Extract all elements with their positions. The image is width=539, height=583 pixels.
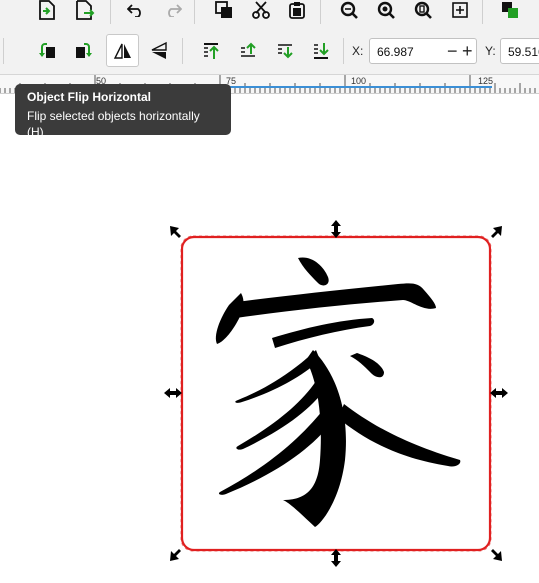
undo-icon: [127, 4, 141, 17]
resize-handle-bottom-icon: [331, 549, 341, 567]
paste-icon: [289, 2, 305, 19]
zoom-fit-button[interactable]: [445, 0, 475, 25]
redo-icon: [168, 4, 182, 17]
ruler-label: 125: [478, 76, 494, 86]
separator: [110, 0, 111, 24]
separator: [3, 38, 4, 64]
tooltip-description: Flip selected objects horizontally (H): [27, 109, 200, 139]
raise-icon: [241, 42, 256, 57]
flip-vertical-button[interactable]: [144, 36, 174, 66]
resize-handle-top-right-icon: [491, 226, 502, 238]
rotate-ccw-button[interactable]: [32, 36, 62, 66]
duplicate-button[interactable]: [209, 0, 239, 25]
lower-button[interactable]: [270, 36, 300, 66]
lower-to-bottom-button[interactable]: [306, 36, 336, 66]
resize-handle-right-icon: [490, 388, 508, 398]
commands-toolbar: [0, 0, 539, 28]
resize-handle-bottom-right-icon: [491, 549, 502, 561]
tool-controls-bar: X: 66.987 − + Y: 59.516: [0, 28, 539, 75]
y-label: Y:: [485, 44, 496, 58]
resize-handle-top-left-icon: [170, 226, 181, 238]
x-decrement-button[interactable]: −: [447, 42, 458, 60]
zoom-fit-icon: [452, 2, 468, 18]
zoom-page-button[interactable]: [408, 0, 438, 25]
undo-button[interactable]: [121, 0, 151, 25]
resize-handle-left-icon: [164, 388, 182, 398]
separator: [194, 0, 195, 24]
export-icon: [76, 0, 95, 20]
lower-to-bottom-icon: [314, 43, 329, 59]
separator: [343, 38, 344, 64]
flip-horizontal-button[interactable]: [106, 34, 139, 67]
flip-vertical-icon: [151, 41, 167, 59]
resize-handle-bottom-left-icon: [170, 549, 181, 561]
paste-button[interactable]: [282, 0, 312, 25]
zoom-drawing-button[interactable]: [371, 0, 401, 25]
x-coordinate-value: 66.987: [377, 45, 414, 59]
separator: [182, 38, 183, 64]
export-button[interactable]: [70, 0, 100, 25]
lower-icon: [278, 44, 293, 59]
zoom-drawing-icon: [377, 1, 395, 19]
import-icon: [39, 0, 55, 20]
canvas-drawing: [164, 220, 508, 567]
redo-button[interactable]: [158, 0, 188, 25]
cut-icon: [252, 1, 270, 19]
raise-to-top-button[interactable]: [196, 36, 226, 66]
rotate-cw-button[interactable]: [69, 36, 99, 66]
rotate-90-cw-icon: [76, 43, 92, 58]
zoom-selection-icon: [340, 1, 358, 19]
ruler-label: 100: [351, 76, 367, 86]
x-label: X:: [352, 44, 364, 58]
raise-button[interactable]: [233, 36, 263, 66]
duplicate-icon: [215, 1, 232, 18]
resize-handle-top-icon: [331, 220, 341, 238]
y-coordinate-input[interactable]: 59.516: [500, 38, 539, 64]
tooltip: Object Flip Horizontal Flip selected obj…: [15, 84, 231, 139]
separator: [482, 0, 483, 24]
group-icon: [502, 2, 518, 18]
drawing-canvas[interactable]: [0, 94, 539, 583]
rotate-90-ccw-icon: [39, 43, 55, 58]
group-button[interactable]: [495, 0, 525, 25]
x-coordinate-input[interactable]: 66.987: [369, 38, 477, 64]
zoom-selection-button[interactable]: [334, 0, 364, 25]
flip-horizontal-icon: [113, 43, 131, 59]
y-coordinate-value: 59.516: [508, 45, 539, 59]
import-button[interactable]: [32, 0, 62, 25]
cut-button[interactable]: [246, 0, 276, 25]
separator: [320, 0, 321, 24]
zoom-page-icon: [414, 1, 432, 19]
tooltip-title: Object Flip Horizontal: [27, 90, 152, 104]
raise-to-top-icon: [204, 43, 219, 59]
x-increment-button[interactable]: +: [462, 42, 473, 60]
